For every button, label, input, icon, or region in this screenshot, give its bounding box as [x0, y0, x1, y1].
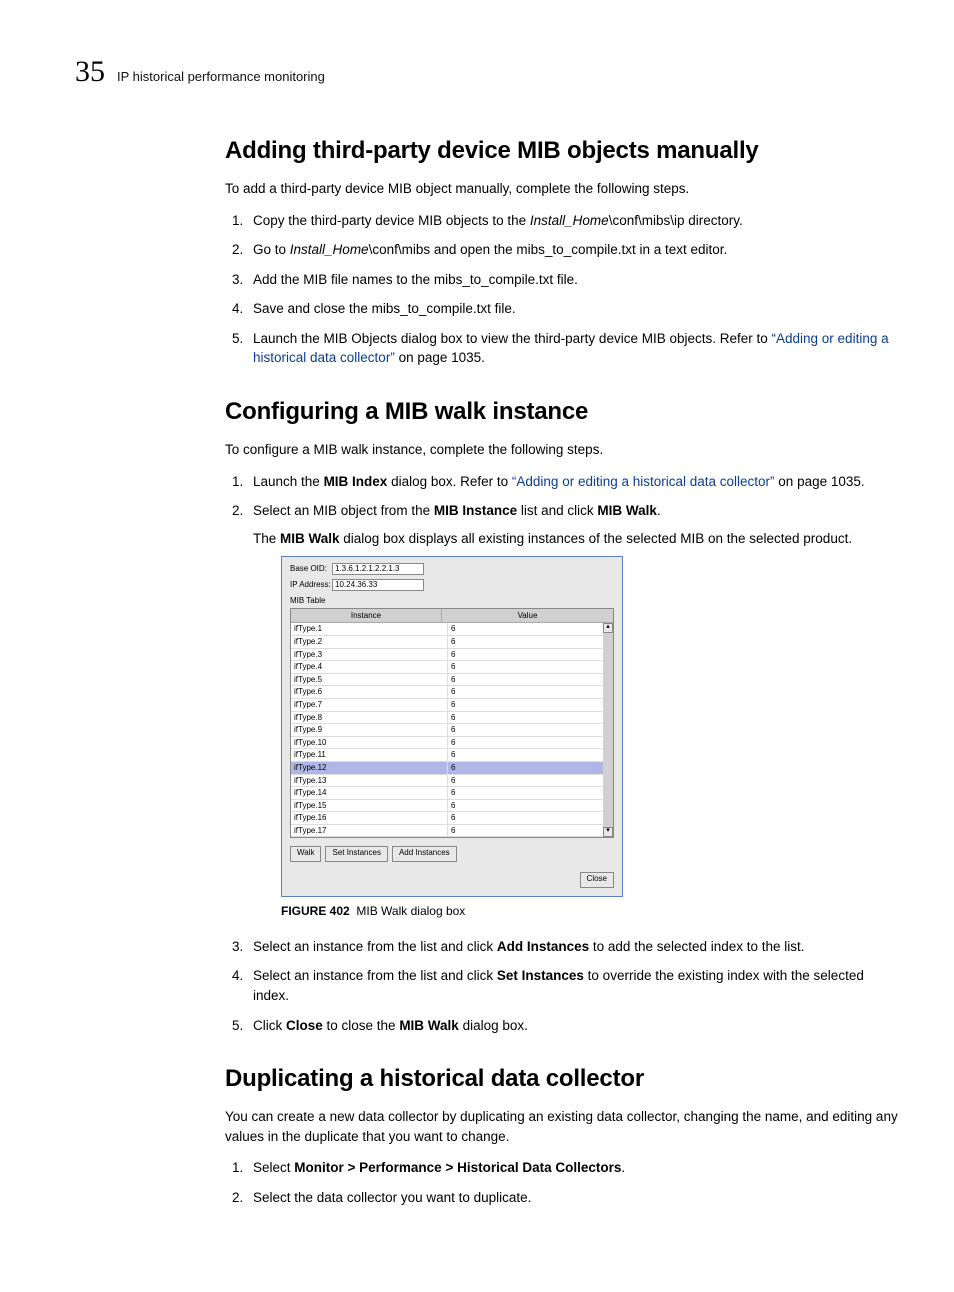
table-row[interactable]: ifType.26 [291, 636, 613, 649]
table-row[interactable]: ifType.116 [291, 749, 613, 762]
table-row[interactable]: ifType.76 [291, 699, 613, 712]
section2-steps: Launch the MIB Index dialog box. Refer t… [225, 472, 899, 1036]
section1-intro: To add a third-party device MIB object m… [225, 179, 899, 199]
close-button[interactable]: Close [580, 872, 614, 888]
value-cell: 6 [448, 712, 613, 724]
section2-intro: To configure a MIB walk instance, comple… [225, 440, 899, 460]
instance-cell: ifType.15 [291, 800, 448, 812]
section3-intro: You can create a new data collector by d… [225, 1107, 899, 1146]
table-row[interactable]: ifType.176 [291, 825, 613, 838]
instance-cell: ifType.4 [291, 661, 448, 673]
running-title: IP historical performance monitoring [117, 69, 325, 84]
col-value: Value [442, 609, 613, 623]
section1-steps: Copy the third-party device MIB objects … [225, 211, 899, 368]
value-cell: 6 [448, 686, 613, 698]
table-row[interactable]: ifType.56 [291, 674, 613, 687]
set-instances-button[interactable]: Set Instances [325, 846, 387, 862]
instance-cell: ifType.9 [291, 724, 448, 736]
section-heading-duplicating-collector: Duplicating a historical data collector [225, 1065, 899, 1093]
table-row[interactable]: ifType.136 [291, 775, 613, 788]
table-row[interactable]: ifType.106 [291, 737, 613, 750]
section-heading-adding-mib: Adding third-party device MIB objects ma… [225, 137, 899, 165]
mib-walk-dialog: Base OID: 1.3.6.1.2.1.2.2.1.3 IP Address… [281, 556, 623, 897]
step-5: Launch the MIB Objects dialog box to vie… [247, 329, 899, 368]
page-header: 35 IP historical performance monitoring [75, 55, 899, 89]
value-cell: 6 [448, 649, 613, 661]
step-2: Select the data collector you want to du… [247, 1188, 899, 1208]
value-cell: 6 [448, 762, 613, 774]
value-cell: 6 [448, 787, 613, 799]
step-4: Select an instance from the list and cli… [247, 966, 899, 1005]
step-2: Select an MIB object from the MIB Instan… [247, 501, 899, 921]
instance-cell: ifType.11 [291, 749, 448, 761]
value-cell: 6 [448, 636, 613, 648]
table-row[interactable]: ifType.126 [291, 762, 613, 775]
instance-cell: ifType.13 [291, 775, 448, 787]
scroll-down-icon[interactable]: ▾ [603, 827, 613, 837]
ip-address-input[interactable]: 10.24.36.33 [332, 579, 424, 591]
page-number: 35 [75, 55, 105, 89]
value-cell: 6 [448, 825, 613, 837]
value-cell: 6 [448, 749, 613, 761]
step-2: Go to Install_Home\conf\mibs and open th… [247, 240, 899, 260]
add-instances-button[interactable]: Add Instances [392, 846, 457, 862]
table-row[interactable]: ifType.46 [291, 661, 613, 674]
instance-cell: ifType.6 [291, 686, 448, 698]
instance-cell: ifType.10 [291, 737, 448, 749]
value-cell: 6 [448, 623, 613, 635]
instance-cell: ifType.17 [291, 825, 448, 837]
step-5: Click Close to close the MIB Walk dialog… [247, 1016, 899, 1036]
step-1: Copy the third-party device MIB objects … [247, 211, 899, 231]
scrollbar[interactable]: ▴ ▾ [603, 623, 613, 837]
step-1: Launch the MIB Index dialog box. Refer t… [247, 472, 899, 492]
scroll-up-icon[interactable]: ▴ [603, 623, 613, 633]
section3-steps: Select Monitor > Performance > Historica… [225, 1158, 899, 1207]
value-cell: 6 [448, 724, 613, 736]
instance-cell: ifType.5 [291, 674, 448, 686]
value-cell: 6 [448, 800, 613, 812]
step-3: Select an instance from the list and cli… [247, 937, 899, 957]
instance-cell: ifType.12 [291, 762, 448, 774]
value-cell: 6 [448, 699, 613, 711]
section-heading-configuring-mib-walk: Configuring a MIB walk instance [225, 398, 899, 426]
instance-cell: ifType.7 [291, 699, 448, 711]
mib-table-label: MIB Table [290, 595, 614, 607]
figure-caption: FIGURE 402 MIB Walk dialog box [281, 903, 899, 920]
instance-cell: ifType.2 [291, 636, 448, 648]
table-row[interactable]: ifType.146 [291, 787, 613, 800]
instance-cell: ifType.1 [291, 623, 448, 635]
ip-address-label: IP Address: [290, 579, 332, 591]
base-oid-input[interactable]: 1.3.6.1.2.1.2.2.1.3 [332, 563, 424, 575]
ip-address-row: IP Address: 10.24.36.33 [290, 579, 614, 591]
mib-table: Instance Value ifType.16ifType.26ifType.… [290, 608, 614, 839]
instance-cell: ifType.8 [291, 712, 448, 724]
table-row[interactable]: ifType.36 [291, 649, 613, 662]
table-row[interactable]: ifType.66 [291, 686, 613, 699]
table-row[interactable]: ifType.156 [291, 800, 613, 813]
mib-table-header: Instance Value [291, 609, 613, 624]
value-cell: 6 [448, 674, 613, 686]
value-cell: 6 [448, 775, 613, 787]
table-row[interactable]: ifType.86 [291, 712, 613, 725]
value-cell: 6 [448, 812, 613, 824]
instance-cell: ifType.3 [291, 649, 448, 661]
base-oid-label: Base OID: [290, 563, 332, 575]
value-cell: 6 [448, 661, 613, 673]
step-4: Save and close the mibs_to_compile.txt f… [247, 299, 899, 319]
step-1: Select Monitor > Performance > Historica… [247, 1158, 899, 1178]
link-adding-editing-collector-2[interactable]: “Adding or editing a historical data col… [512, 474, 775, 489]
table-row[interactable]: ifType.96 [291, 724, 613, 737]
value-cell: 6 [448, 737, 613, 749]
table-row[interactable]: ifType.166 [291, 812, 613, 825]
walk-button[interactable]: Walk [290, 846, 321, 862]
base-oid-row: Base OID: 1.3.6.1.2.1.2.2.1.3 [290, 563, 614, 575]
instance-cell: ifType.16 [291, 812, 448, 824]
col-instance: Instance [291, 609, 442, 623]
step-3: Add the MIB file names to the mibs_to_co… [247, 270, 899, 290]
table-row[interactable]: ifType.16 [291, 623, 613, 636]
instance-cell: ifType.14 [291, 787, 448, 799]
